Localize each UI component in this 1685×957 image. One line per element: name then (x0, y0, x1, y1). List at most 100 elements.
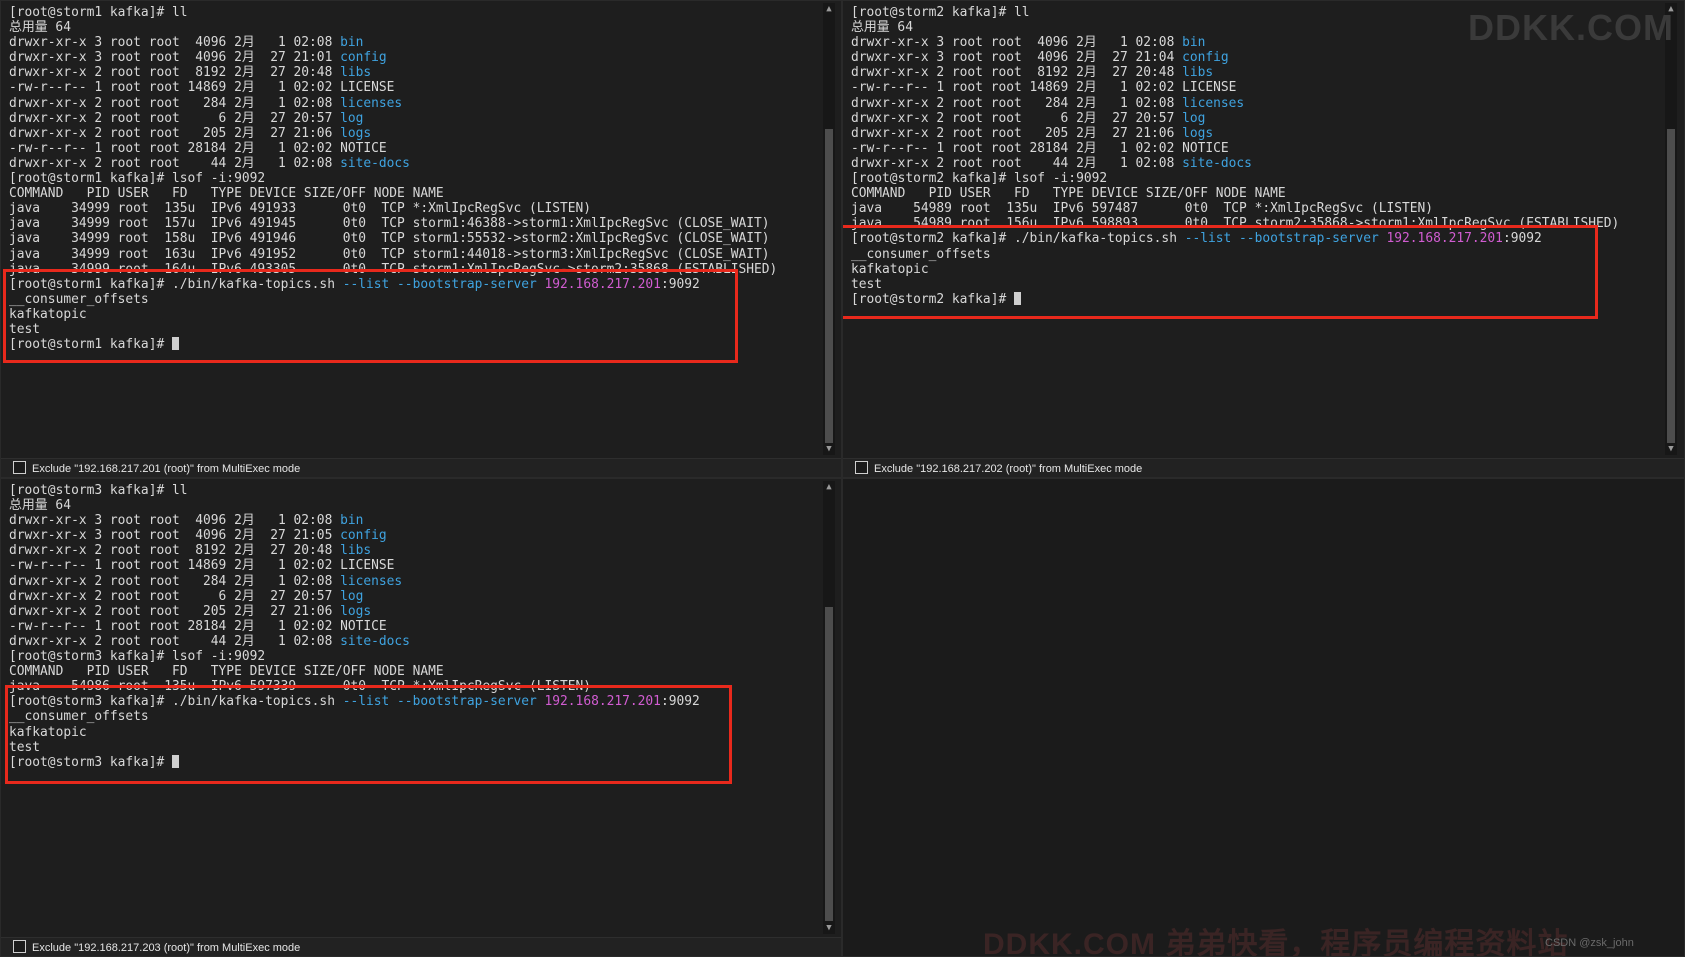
terminal-text: drwxr-xr-x 3 root root 4096 2月 1 02:08 (9, 35, 341, 51)
terminal-text: COMMAND PID USER FD TYPE DEVICE SIZE/OFF… (9, 664, 444, 680)
terminal-line: [root@storm3 kafka]# ll (9, 483, 700, 498)
terminal-line: drwxr-xr-x 2 root root 8192 2月 27 20:48 … (851, 65, 1619, 80)
terminal-text: drwxr-xr-x 2 root root 44 2月 1 02:08 (9, 633, 341, 649)
terminal-text: [root@storm2 kafka]# lsof -i:9092 (851, 171, 1108, 187)
terminal-text: drwxr-xr-x 2 root root 8192 2月 27 20:48 (9, 543, 341, 559)
terminal-text: bin (340, 513, 364, 529)
terminal-line: drwxr-xr-x 2 root root 284 2月 1 02:08 li… (9, 96, 777, 111)
terminal-text: bin (1182, 35, 1206, 51)
terminal-text: logs (340, 603, 372, 619)
terminal-line: -rw-r--r-- 1 root root 14869 2月 1 02:02 … (9, 80, 777, 95)
scroll-up-icon[interactable]: ▲ (823, 3, 835, 15)
highlight-box (5, 685, 732, 784)
exclude-label: Exclude "192.168.217.202 (root)" from Mu… (874, 463, 1143, 475)
terminal-pane-storm2[interactable]: [root@storm2 kafka]# ll 总用量 64 drwxr-xr-x … (842, 0, 1685, 478)
exclude-checkbox[interactable] (13, 461, 26, 474)
terminal-line: java 54989 root 135u IPv6 597487 0t0 TCP… (851, 201, 1619, 216)
terminal-text: -rw-r--r-- 1 root root 14869 2月 1 02:02 … (9, 558, 395, 574)
scrollbar[interactable]: ▲ ▼ (823, 481, 835, 934)
exclude-checkbox[interactable] (855, 461, 868, 474)
highlight-box (3, 269, 738, 363)
terminal-text: licenses (340, 95, 403, 111)
terminal-text: config (1182, 50, 1229, 66)
scroll-down-icon[interactable]: ▼ (1665, 443, 1677, 455)
terminal-text: log (340, 588, 364, 604)
scroll-down-icon[interactable]: ▼ (823, 922, 835, 934)
terminal-text: site-docs (340, 633, 410, 649)
terminal-text: config (340, 50, 387, 66)
terminal-text: drwxr-xr-x 2 root root 284 2月 1 02:08 (9, 573, 341, 589)
terminal-text: site-docs (340, 155, 410, 171)
terminal-line: drwxr-xr-x 3 root root 4096 2月 27 21:04 … (851, 50, 1619, 65)
terminal-text: -rw-r--r-- 1 root root 28184 2月 1 02:02 … (851, 140, 1229, 156)
scroll-up-icon[interactable]: ▲ (823, 481, 835, 493)
terminal-text: bin (340, 35, 364, 51)
terminal-text: java 34999 root 157u IPv6 491945 0t0 TCP… (9, 216, 770, 232)
terminal-line: COMMAND PID USER FD TYPE DEVICE SIZE/OFF… (9, 664, 700, 679)
terminal-line: [root@storm1 kafka]# lsof -i:9092 (9, 171, 777, 186)
terminal-pane-storm1[interactable]: [root@storm1 kafka]# ll 总用量 64 drwxr-xr-x … (0, 0, 842, 478)
terminal-text: drwxr-xr-x 2 root root 284 2月 1 02:08 (9, 95, 341, 111)
terminal-line: drwxr-xr-x 2 root root 284 2月 1 02:08 li… (851, 96, 1619, 111)
terminal-text: [root@storm3 kafka]# lsof -i:9092 (9, 649, 266, 665)
terminal-line: -rw-r--r-- 1 root root 14869 2月 1 02:02 … (9, 558, 700, 573)
terminal-text: drwxr-xr-x 3 root root 4096 2月 1 02:08 (9, 513, 341, 529)
terminal-line: java 34999 root 158u IPv6 491946 0t0 TCP… (9, 231, 777, 246)
scrollbar[interactable]: ▲ ▼ (823, 3, 835, 455)
terminal-text: 总用量 64 (9, 20, 71, 36)
scrollbar[interactable]: ▲ ▼ (1665, 3, 1677, 455)
terminal-line: drwxr-xr-x 2 root root 6 2月 27 20:57 log (9, 589, 700, 604)
terminal-text: [root@storm2 kafka]# ll (851, 5, 1030, 20)
terminal-line: 总用量 64 (9, 498, 700, 513)
terminal-text: libs (1182, 65, 1214, 81)
scrollbar-thumb[interactable] (825, 129, 833, 443)
terminal-line: drwxr-xr-x 3 root root 4096 2月 27 21:05 … (9, 528, 700, 543)
multiexec-exclude-bar: Exclude "192.168.217.201 (root)" from Mu… (1, 458, 841, 477)
terminal-line: drwxr-xr-x 2 root root 205 2月 27 21:06 l… (9, 604, 700, 619)
scroll-down-icon[interactable]: ▼ (823, 443, 835, 455)
terminal-line: 总用量 64 (9, 20, 777, 35)
terminal-line: drwxr-xr-x 2 root root 205 2月 27 21:06 l… (851, 126, 1619, 141)
terminal-line: drwxr-xr-x 3 root root 4096 2月 1 02:08 b… (9, 513, 700, 528)
terminal-text: drwxr-xr-x 2 root root 284 2月 1 02:08 (851, 95, 1183, 111)
terminal-line: drwxr-xr-x 2 root root 8192 2月 27 20:48 … (9, 543, 700, 558)
exclude-checkbox[interactable] (13, 940, 26, 953)
terminal-text: drwxr-xr-x 3 root root 4096 2月 27 21:01 (9, 50, 341, 66)
terminal-text: log (1182, 110, 1206, 126)
terminal-text: drwxr-xr-x 2 root root 205 2月 27 21:06 (9, 603, 341, 619)
terminal-text: [root@storm1 kafka]# lsof -i:9092 (9, 171, 266, 187)
terminal-text: java 34999 root 158u IPv6 491946 0t0 TCP… (9, 231, 770, 247)
terminal-line: drwxr-xr-x 2 root root 44 2月 1 02:08 sit… (9, 634, 700, 649)
terminal-text: drwxr-xr-x 3 root root 4096 2月 27 21:05 (9, 528, 341, 544)
terminal-line: [root@storm1 kafka]# ll (9, 5, 777, 20)
terminal-line: drwxr-xr-x 3 root root 4096 2月 27 21:01 … (9, 50, 777, 65)
terminal-text: [root@storm3 kafka]# ll (9, 483, 188, 498)
terminal-line: drwxr-xr-x 2 root root 44 2月 1 02:08 sit… (9, 156, 777, 171)
terminal-text: java 34999 root 163u IPv6 491952 0t0 TCP… (9, 246, 770, 262)
terminal-line: drwxr-xr-x 2 root root 44 2月 1 02:08 sit… (851, 156, 1619, 171)
terminal-line: -rw-r--r-- 1 root root 28184 2月 1 02:02 … (9, 141, 777, 156)
terminal-line: drwxr-xr-x 2 root root 284 2月 1 02:08 li… (9, 574, 700, 589)
terminal-text: drwxr-xr-x 2 root root 205 2月 27 21:06 (851, 125, 1183, 141)
terminal-pane-empty[interactable]: DDKK.COM 弟弟快看，程序员编程资料站 CSDN @zsk_john (842, 478, 1685, 957)
terminal-text: drwxr-xr-x 2 root root 6 2月 27 20:57 (9, 588, 341, 604)
terminal-line: java 34999 root 135u IPv6 491933 0t0 TCP… (9, 201, 777, 216)
exclude-label: Exclude "192.168.217.203 (root)" from Mu… (32, 942, 301, 954)
scrollbar-thumb[interactable] (825, 607, 833, 921)
watermark-top-right: DDKK.COM (1468, 7, 1674, 48)
terminal-text: licenses (340, 573, 403, 589)
terminal-text: 总用量 64 (9, 498, 71, 514)
terminal-line: drwxr-xr-x 3 root root 4096 2月 1 02:08 b… (9, 35, 777, 50)
terminal-text: drwxr-xr-x 2 root root 6 2月 27 20:57 (851, 110, 1183, 126)
watermark-bottom: DDKK.COM 弟弟快看，程序员编程资料站 (983, 928, 1569, 957)
terminal-text: COMMAND PID USER FD TYPE DEVICE SIZE/OFF… (851, 186, 1286, 202)
terminal-pane-storm3[interactable]: [root@storm3 kafka]# ll 总用量 64 drwxr-xr-x … (0, 478, 842, 957)
terminal-text: -rw-r--r-- 1 root root 28184 2月 1 02:02 … (9, 140, 387, 156)
terminal-line: java 34999 root 157u IPv6 491945 0t0 TCP… (9, 216, 777, 231)
terminal-text: drwxr-xr-x 3 root root 4096 2月 1 02:08 (851, 35, 1183, 51)
terminal-line: -rw-r--r-- 1 root root 28184 2月 1 02:02 … (9, 619, 700, 634)
scrollbar-thumb[interactable] (1667, 129, 1675, 443)
terminal-text: -rw-r--r-- 1 root root 28184 2月 1 02:02 … (9, 618, 387, 634)
terminal-text: [root@storm1 kafka]# ll (9, 5, 188, 20)
terminal-text: site-docs (1182, 155, 1252, 171)
